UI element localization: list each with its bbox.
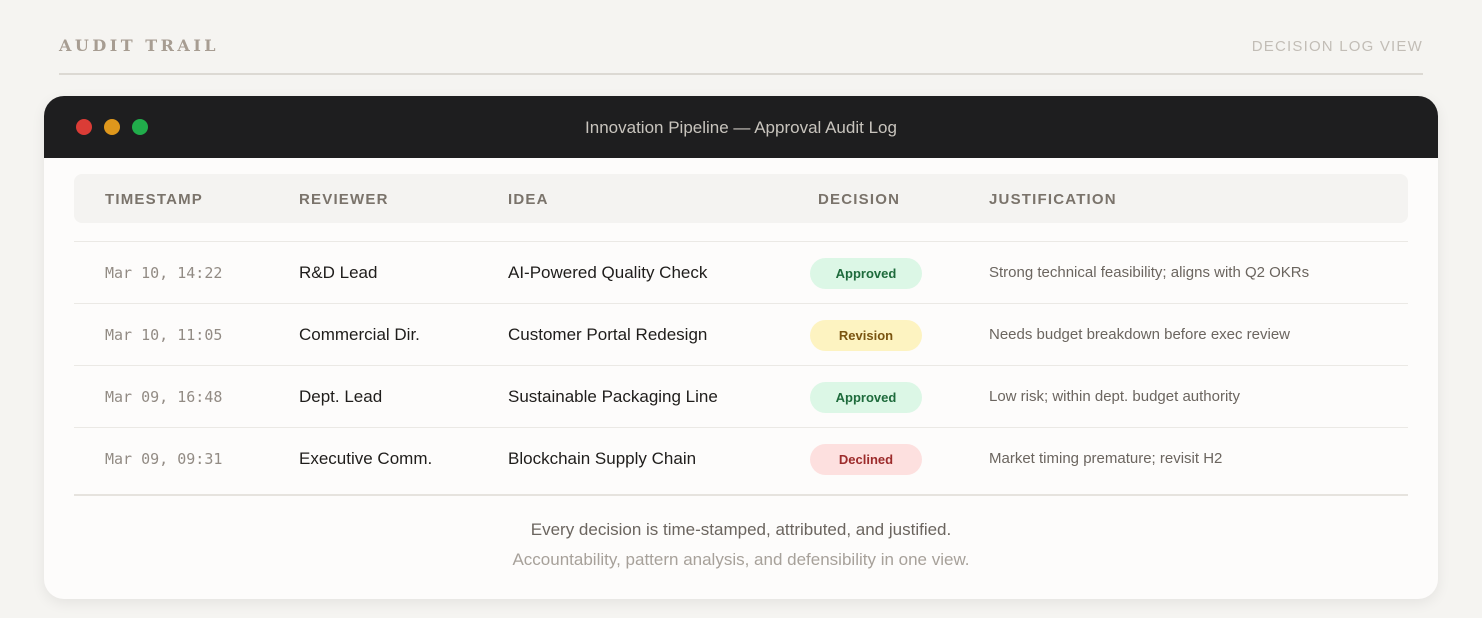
row-idea: Sustainable Packaging Line (508, 387, 718, 406)
row-decision: Approved (810, 242, 922, 304)
footer-tagline: Every decision is time-stamped, attribut… (530, 520, 952, 539)
row-decision: Approved (810, 366, 922, 428)
row-justification: Low risk; within dept. budget authority (989, 388, 1240, 405)
view-label: DECISION LOG VIEW (1251, 38, 1423, 55)
row-idea: AI-Powered Quality Check (508, 263, 708, 282)
column-header-decision: DECISION (818, 191, 901, 208)
page: AUDIT TRAIL DECISION LOG VIEW Innovation… (0, 0, 1482, 618)
row-reviewer: Commercial Dir. (299, 325, 420, 344)
window-title: Innovation Pipeline — Approval Audit Log (585, 118, 897, 137)
log-footer: Every decision is time-stamped, attribut… (74, 494, 1408, 599)
column-header-justification: JUSTIFICATION (989, 191, 1117, 208)
table-row: Mar 09, 09:31 Executive Comm. Blockchain… (74, 427, 1408, 489)
column-header-reviewer: REVIEWER (299, 191, 389, 208)
row-justification: Needs budget breakdown before exec revie… (989, 326, 1291, 343)
window-titlebar: Innovation Pipeline — Approval Audit Log (44, 96, 1438, 158)
column-header-idea: IDEA (508, 191, 549, 208)
column-header-timestamp: TIMESTAMP (105, 191, 204, 208)
row-timestamp: Mar 10, 11:05 (105, 326, 223, 344)
row-timestamp: Mar 10, 14:22 (105, 264, 223, 282)
row-reviewer: Dept. Lead (299, 387, 383, 406)
decision-badge: Declined (810, 444, 922, 475)
decision-badge: Approved (810, 382, 922, 413)
row-reviewer: R&D Lead (299, 263, 378, 282)
row-decision: Revision (810, 304, 922, 366)
app-window: Innovation Pipeline — Approval Audit Log… (44, 96, 1438, 599)
decision-badge: Approved (810, 258, 922, 289)
table-row: Mar 10, 14:22 R&D Lead AI-Powered Qualit… (74, 241, 1408, 303)
row-timestamp: Mar 09, 16:48 (105, 388, 223, 406)
row-timestamp: Mar 09, 09:31 (105, 450, 223, 468)
row-justification: Strong technical feasibility; aligns wit… (989, 264, 1310, 281)
row-justification: Market timing premature; revisit H2 (989, 450, 1223, 467)
row-idea: Blockchain Supply Chain (508, 449, 697, 468)
audit-table-body: Mar 10, 14:22 R&D Lead AI-Powered Qualit… (74, 241, 1408, 489)
row-idea: Customer Portal Redesign (508, 325, 708, 344)
row-reviewer: Executive Comm. (299, 449, 433, 468)
footer-subtagline: Accountability, pattern analysis, and de… (512, 550, 970, 569)
decision-badge: Revision (810, 320, 922, 351)
section-label: AUDIT TRAIL (59, 36, 220, 55)
table-row: Mar 10, 11:05 Commercial Dir. Customer P… (74, 303, 1408, 365)
row-decision: Declined (810, 428, 922, 490)
top-header: AUDIT TRAIL DECISION LOG VIEW (59, 36, 1423, 75)
table-row: Mar 09, 16:48 Dept. Lead Sustainable Pac… (74, 365, 1408, 427)
table-header: TIMESTAMP REVIEWER IDEA DECISION JUSTIFI… (74, 174, 1408, 223)
